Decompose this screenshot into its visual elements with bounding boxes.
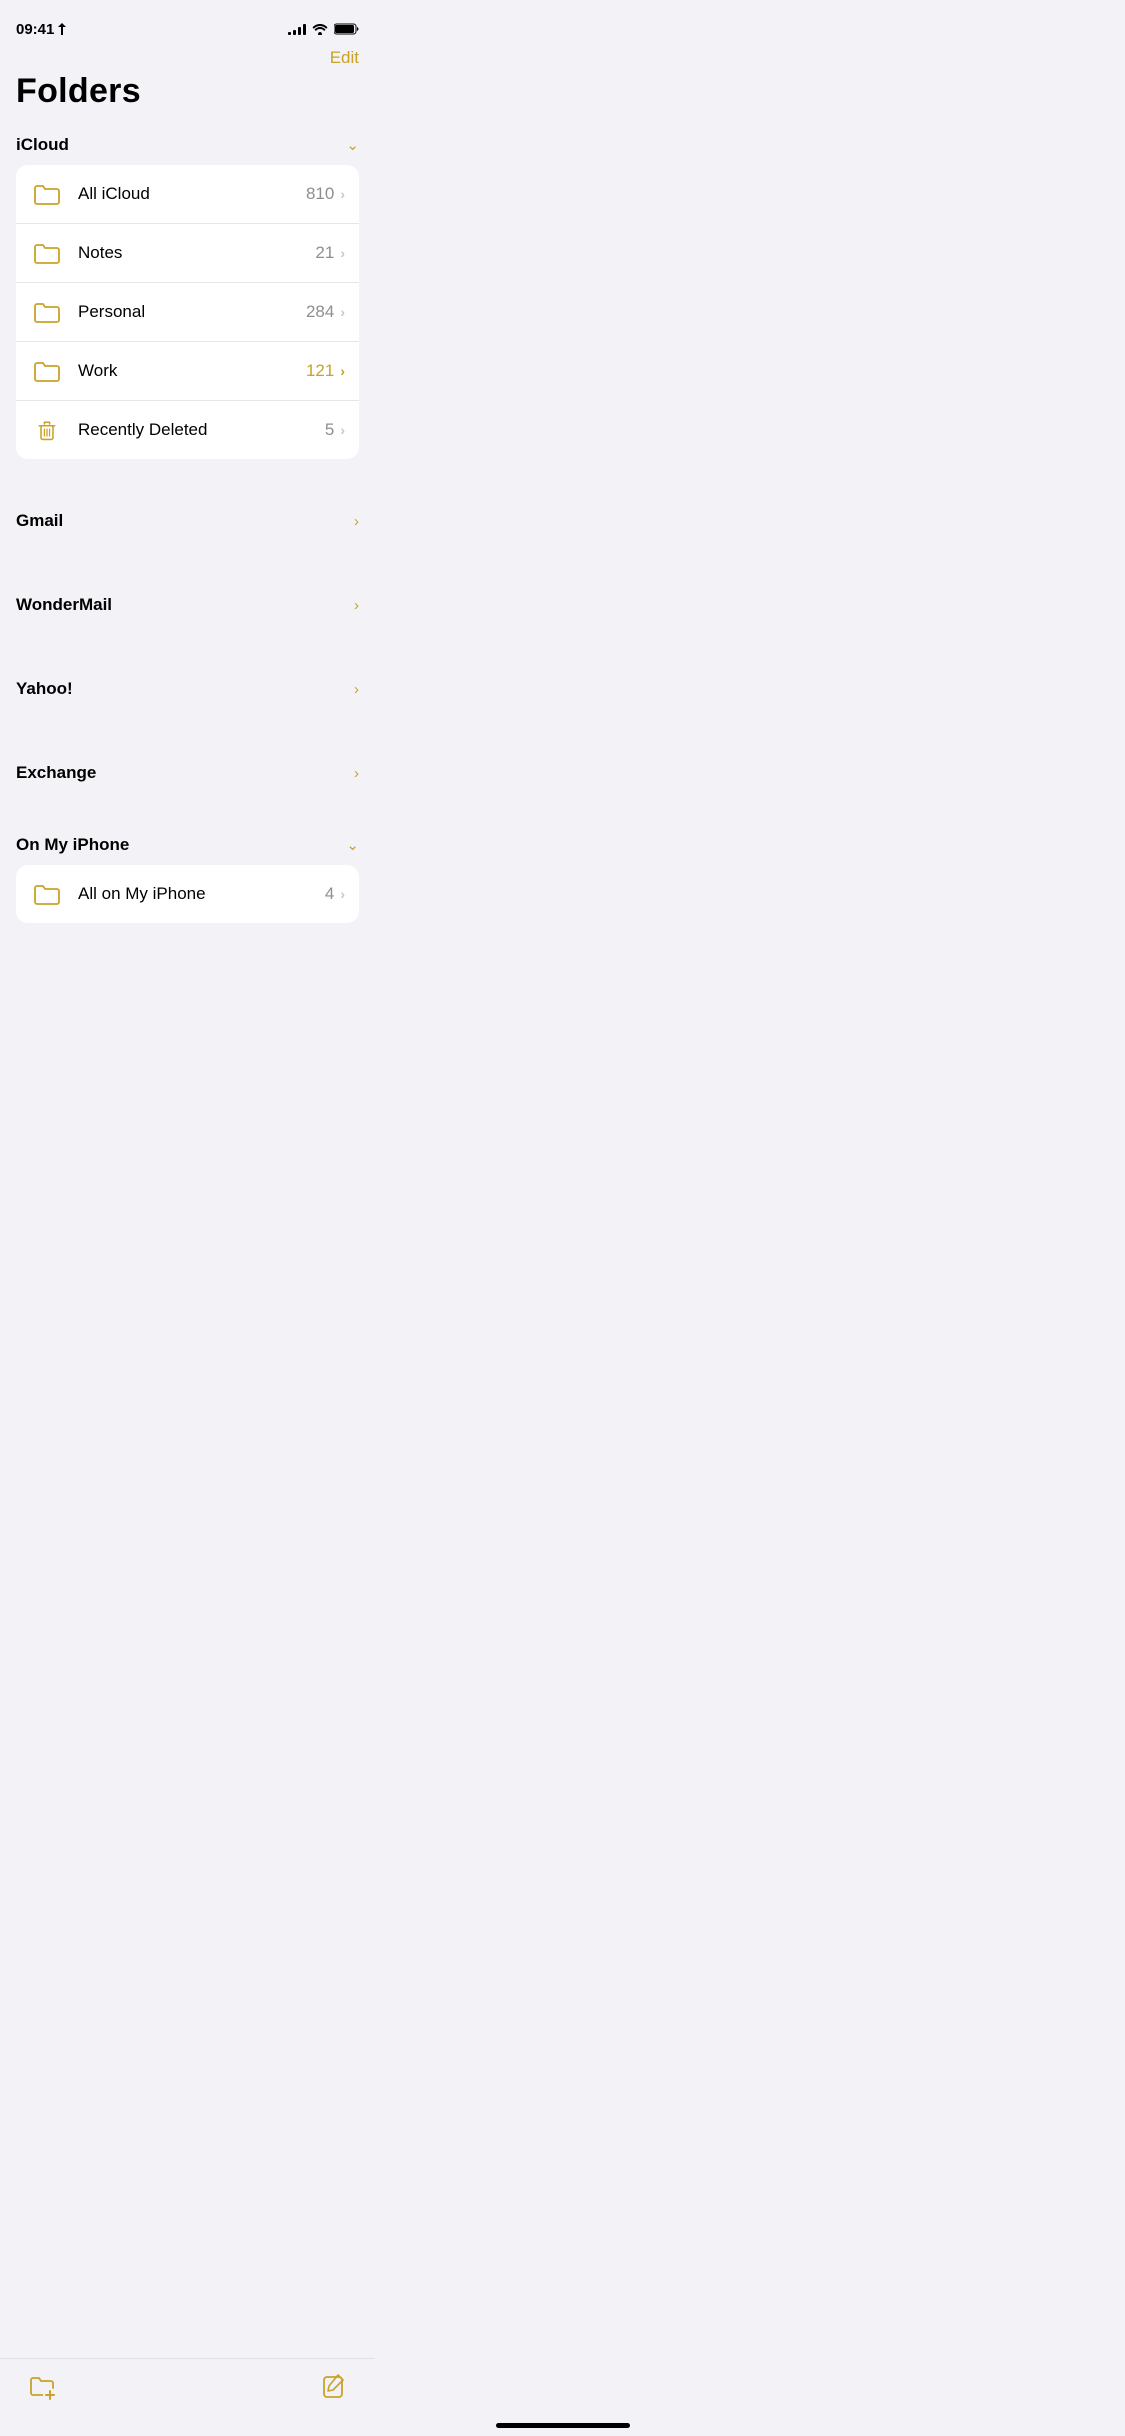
- time-label: 09:41: [16, 21, 54, 38]
- yahoo-chevron-icon: ›: [354, 681, 359, 698]
- folder-count-all-icloud: 810: [306, 184, 334, 204]
- row-chevron-all-icloud: ›: [340, 186, 345, 202]
- account-label-exchange: Exchange: [16, 763, 96, 783]
- folder-icon-all-on-my-iphone: [30, 877, 64, 911]
- icloud-label: iCloud: [16, 135, 69, 155]
- edit-area: Edit: [0, 44, 375, 68]
- row-chevron-recently-deleted: ›: [340, 422, 345, 438]
- folder-row-recently-deleted[interactable]: Recently Deleted 5 ›: [16, 401, 359, 459]
- folder-count-notes: 21: [315, 243, 334, 263]
- exchange-chevron-icon: ›: [354, 765, 359, 782]
- page-title: Folders: [0, 68, 375, 127]
- on-my-iphone-section: On My iPhone ⌄ All on My iPhone 4 ›: [0, 827, 375, 923]
- account-row-exchange[interactable]: Exchange ›: [0, 743, 375, 803]
- folder-count-work: 121: [306, 361, 334, 381]
- row-chevron-personal: ›: [340, 304, 345, 320]
- status-bar: 09:41: [0, 0, 375, 44]
- account-label-gmail: Gmail: [16, 511, 63, 531]
- status-time: 09:41: [16, 21, 67, 38]
- signal-icon: [288, 23, 306, 35]
- folder-row-notes[interactable]: Notes 21 ›: [16, 224, 359, 283]
- icloud-folder-card: All iCloud 810 › Notes 21 › Personal 284: [16, 165, 359, 459]
- gmail-chevron-icon: ›: [354, 513, 359, 530]
- folder-row-personal[interactable]: Personal 284 ›: [16, 283, 359, 342]
- battery-icon: [334, 23, 359, 35]
- folder-name-personal: Personal: [78, 302, 306, 322]
- trash-icon-recently-deleted: [30, 413, 64, 447]
- account-row-gmail[interactable]: Gmail ›: [0, 491, 375, 551]
- folder-count-recently-deleted: 5: [325, 420, 334, 440]
- bottom-toolbar: [0, 2358, 375, 2436]
- on-my-iphone-folder-card: All on My iPhone 4 ›: [16, 865, 359, 923]
- new-folder-button[interactable]: [24, 2369, 60, 2408]
- folder-count-all-on-my-iphone: 4: [325, 884, 334, 904]
- folder-name-all-icloud: All iCloud: [78, 184, 306, 204]
- folder-name-work: Work: [78, 361, 306, 381]
- compose-icon: [321, 2374, 347, 2400]
- account-row-yahoo[interactable]: Yahoo! ›: [0, 659, 375, 719]
- row-chevron-all-on-my-iphone: ›: [340, 886, 345, 902]
- icloud-section: iCloud ⌄ All iCloud 810 › Notes 21 ›: [0, 127, 375, 459]
- status-icons: [288, 23, 359, 35]
- folder-name-notes: Notes: [78, 243, 315, 263]
- on-my-iphone-label: On My iPhone: [16, 835, 129, 855]
- folder-row-work[interactable]: Work 121 ›: [16, 342, 359, 401]
- icloud-section-header[interactable]: iCloud ⌄: [0, 127, 375, 165]
- folder-icon-all-icloud: [30, 177, 64, 211]
- on-my-iphone-section-header[interactable]: On My iPhone ⌄: [0, 827, 375, 865]
- account-label-wondermail: WonderMail: [16, 595, 112, 615]
- row-chevron-notes: ›: [340, 245, 345, 261]
- compose-button[interactable]: [317, 2370, 351, 2407]
- new-folder-icon: [28, 2373, 56, 2401]
- wifi-icon: [312, 23, 328, 35]
- edit-button[interactable]: Edit: [330, 48, 359, 68]
- account-label-yahoo: Yahoo!: [16, 679, 73, 699]
- folder-count-personal: 284: [306, 302, 334, 322]
- location-icon: [57, 23, 67, 35]
- icloud-chevron-icon: ⌄: [346, 136, 359, 154]
- on-my-iphone-chevron-icon: ⌄: [346, 836, 359, 854]
- folder-name-recently-deleted: Recently Deleted: [78, 420, 325, 440]
- folder-icon-notes: [30, 236, 64, 270]
- folder-row-all-icloud[interactable]: All iCloud 810 ›: [16, 165, 359, 224]
- folder-row-all-on-my-iphone[interactable]: All on My iPhone 4 ›: [16, 865, 359, 923]
- row-chevron-work: ›: [340, 363, 345, 379]
- folder-name-all-on-my-iphone: All on My iPhone: [78, 884, 325, 904]
- account-row-wondermail[interactable]: WonderMail ›: [0, 575, 375, 635]
- folder-icon-work: [30, 354, 64, 388]
- folder-icon-personal: [30, 295, 64, 329]
- home-indicator: [496, 2423, 630, 2428]
- wondermail-chevron-icon: ›: [354, 597, 359, 614]
